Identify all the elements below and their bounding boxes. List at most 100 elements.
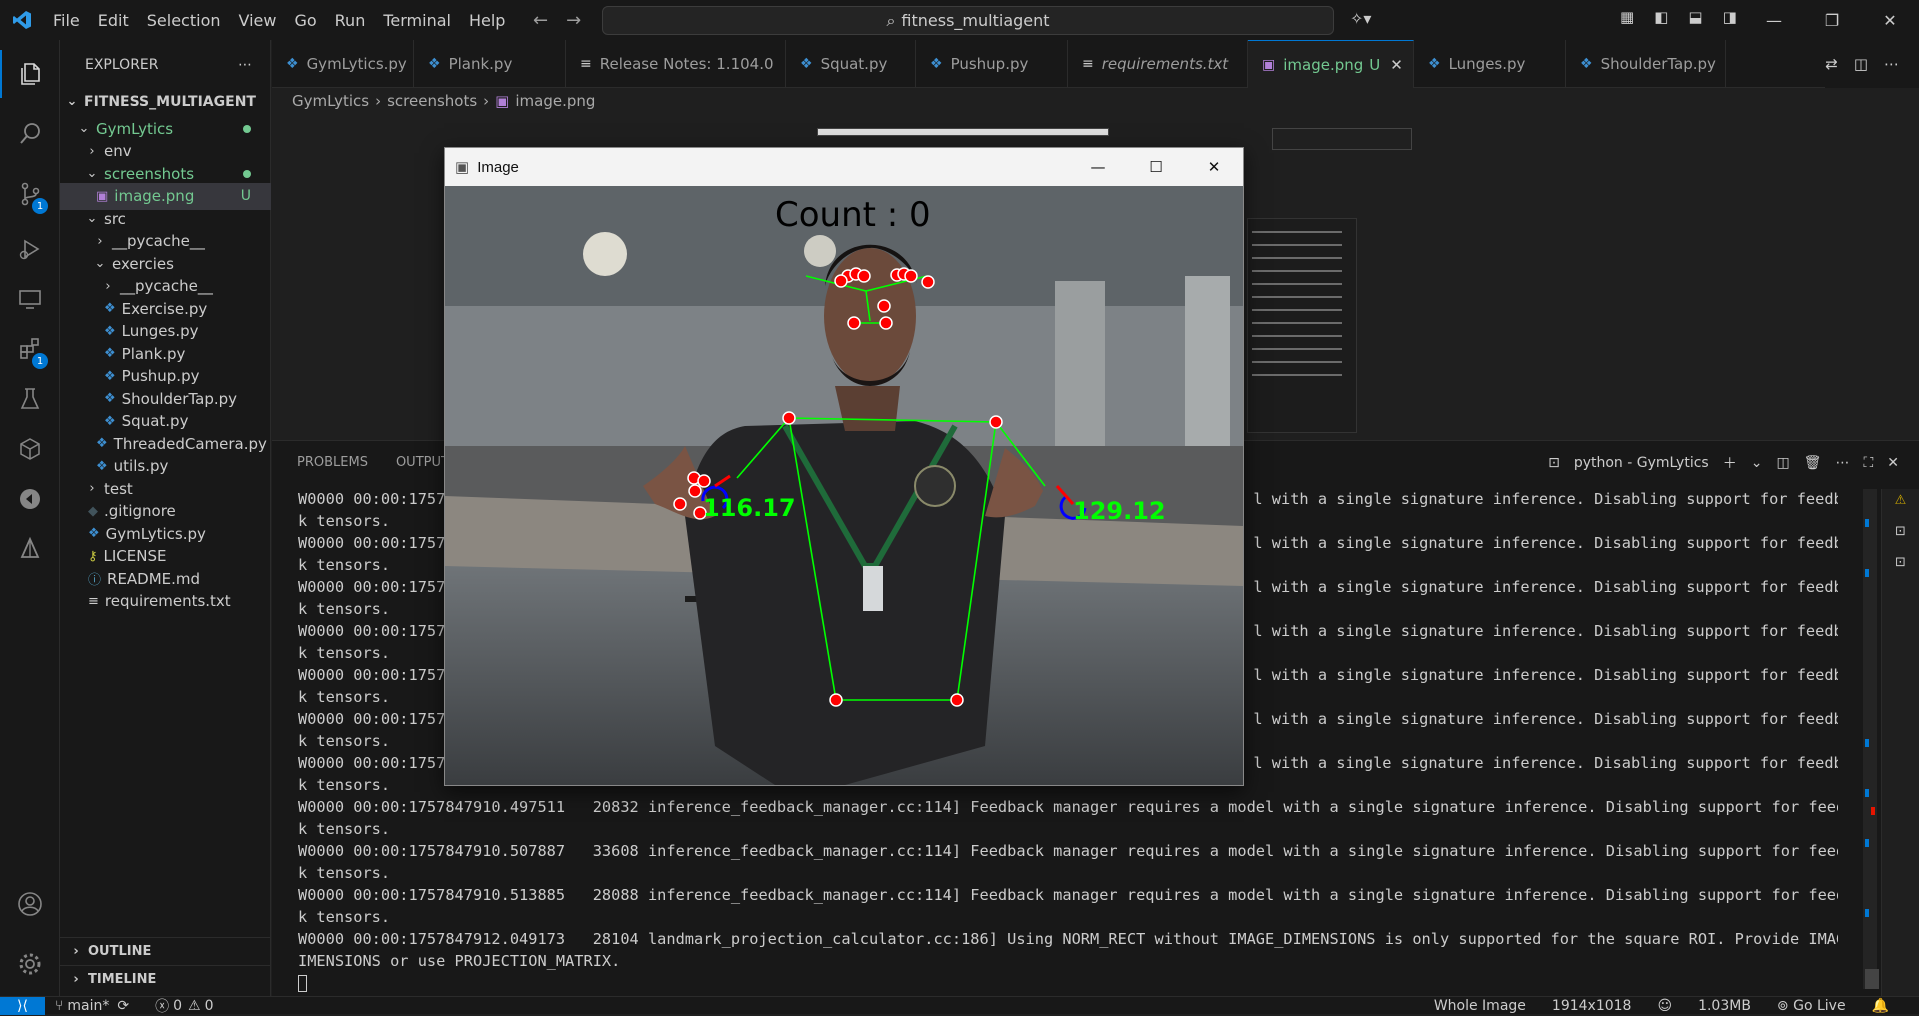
status-bar: ⟩⟨ ⑂ main* ⟳ ⓧ 0 ⚠ 0 Whole Image 1914x10… [0, 996, 1919, 1015]
terminal-line: k tensors. [298, 908, 391, 926]
breadcrumb-item[interactable]: GymLytics [292, 92, 369, 110]
editor-tab[interactable]: ❖ Squat.py [786, 40, 916, 88]
git-status-badge: U [1369, 55, 1381, 74]
forward-arrow-icon[interactable]: → [566, 10, 581, 31]
run-debug-icon[interactable] [0, 225, 60, 273]
remote-explorer-icon[interactable] [0, 275, 60, 323]
terminal-name[interactable]: python - GymLytics [1574, 455, 1709, 471]
minimize-icon[interactable]: — [1069, 148, 1127, 186]
terminal-scrollbar[interactable] [1863, 489, 1879, 989]
extensions-icon[interactable]: 1 [0, 325, 60, 373]
outline-section[interactable]: › OUTLINE [60, 937, 271, 965]
opencv-image-window[interactable]: ▣ Image — ☐ ✕ Count: 0 116.17 129.12 [444, 147, 1244, 786]
sync-icon[interactable]: ⟳ [117, 998, 129, 1014]
preview-thumbnail [817, 128, 1109, 136]
tab-output[interactable]: OUTPUT [396, 455, 449, 470]
menu-edit[interactable]: Edit [89, 11, 138, 30]
menu-bar: File Edit Selection View Go Run Terminal… [44, 11, 514, 30]
manage-gear-icon[interactable] [0, 940, 60, 988]
close-panel-icon[interactable]: ✕ [1887, 455, 1899, 471]
editor-tab[interactable]: ❖ Plank.py [414, 40, 566, 88]
left-elbow-angle: 116.17 [703, 494, 796, 522]
testing-icon[interactable] [0, 375, 60, 423]
minimize-icon[interactable]: — [1745, 0, 1803, 40]
live-share-icon[interactable] [0, 475, 60, 523]
warning-icon[interactable]: ⚠ [1895, 493, 1907, 508]
maximize-icon[interactable]: ☐ [1127, 148, 1185, 186]
pose-overlay: Count : 0 116.17 129.12 [445, 186, 1243, 785]
terminal-instance-icon[interactable]: ⊡ [1895, 524, 1906, 539]
menu-run[interactable]: Run [326, 11, 375, 30]
menu-file[interactable]: File [44, 11, 89, 30]
more-actions-icon[interactable]: ⋯ [1835, 455, 1849, 471]
copilot-status-icon[interactable]: ☺ [1657, 998, 1672, 1014]
container-icon[interactable] [0, 425, 60, 473]
breadcrumb-item[interactable]: image.png [515, 92, 595, 110]
toggle-secondary-sidebar-icon[interactable]: ◨ [1723, 8, 1737, 26]
maximize-panel-icon[interactable]: ⛶ [1863, 455, 1873, 471]
python-icon: ❖ [96, 436, 108, 451]
toggle-sidebar-icon[interactable]: ◧ [1654, 8, 1668, 26]
workspace-root[interactable]: ⌄ FITNESS_MULTIAGENT [60, 88, 271, 115]
python-icon: ❖ [286, 56, 299, 72]
breadcrumb-item[interactable]: screenshots [387, 92, 477, 110]
aws-toolkit-icon[interactable] [0, 525, 60, 573]
close-icon[interactable]: ✕ [1861, 0, 1919, 40]
tab-problems[interactable]: PROBLEMS [297, 455, 368, 470]
more-actions-icon[interactable]: ⋯ [238, 57, 252, 73]
chevron-down-icon[interactable]: ⌄ [1751, 455, 1763, 471]
editor-tab[interactable]: ❖ Lunges.py [1414, 40, 1566, 88]
editor-tab[interactable]: ≡ Release Notes: 1.104.0 [566, 40, 786, 88]
tree-item-label: screenshots [104, 164, 195, 183]
copilot-icon[interactable]: ✧▾ [1350, 9, 1371, 28]
new-terminal-icon[interactable]: ＋ [1723, 453, 1737, 473]
toggle-panel-icon[interactable]: ⬓ [1688, 8, 1702, 26]
menu-view[interactable]: View [230, 11, 286, 30]
terminal-instance-icon[interactable]: ⊡ [1895, 555, 1906, 570]
explorer-icon[interactable] [0, 50, 60, 98]
tree-item-label: GymLytics [96, 119, 174, 138]
timeline-section[interactable]: › TIMELINE [60, 965, 271, 993]
terminal-line: W0000 00:00:1757847910.497511 20832 infe… [298, 798, 1838, 816]
editor-tab[interactable]: ▣ image.png U ✕ [1248, 40, 1414, 88]
terminal-prompt[interactable] [298, 972, 1838, 994]
warning-count[interactable]: 0 [205, 998, 214, 1014]
command-center[interactable]: ⌕ fitness_multiagent [602, 6, 1334, 35]
close-tab-icon[interactable]: ✕ [1390, 56, 1403, 74]
accounts-icon[interactable] [0, 880, 60, 928]
error-count[interactable]: 0 [173, 998, 182, 1014]
menu-help[interactable]: Help [460, 11, 514, 30]
chevron-right-icon: › [89, 143, 95, 159]
menu-terminal[interactable]: Terminal [374, 11, 460, 30]
chevron-right-icon: › [89, 481, 95, 496]
tree-item[interactable]: ≡ requirements.txt [60, 588, 271, 615]
menu-selection[interactable]: Selection [138, 11, 230, 30]
back-arrow-icon[interactable]: ← [533, 10, 548, 31]
restore-icon[interactable]: ❐ [1803, 0, 1861, 40]
chevron-right-icon: › [97, 233, 103, 249]
editor-tab[interactable]: ❖ GymLytics.py [272, 40, 414, 88]
branch-name[interactable]: main* [67, 998, 109, 1014]
editor-tab[interactable]: ≡ requirements.txt [1068, 40, 1248, 88]
menu-go[interactable]: Go [285, 11, 325, 30]
notifications-bell-icon[interactable]: 🔔 [1872, 998, 1889, 1014]
editor-tab[interactable]: ❖ ShoulderTap.py [1566, 40, 1726, 88]
trash-icon[interactable]: 🗑 [1804, 455, 1822, 471]
status-right: Whole Image 1914x1018 ☺ 1.03MB ⊚ Go Live… [1434, 997, 1919, 1015]
go-live-button[interactable]: Go Live [1793, 998, 1845, 1014]
customize-layout-icon[interactable]: ▦ [1620, 8, 1634, 26]
split-terminal-icon[interactable]: ◫ [1776, 455, 1789, 471]
open-changes-icon[interactable]: ⇄ [1825, 55, 1838, 73]
image-mode[interactable]: Whole Image [1434, 998, 1526, 1014]
more-actions-icon[interactable]: ⋯ [1884, 55, 1899, 73]
remote-indicator-icon[interactable]: ⟩⟨ [0, 996, 45, 1015]
split-editor-icon[interactable]: ◫ [1854, 55, 1868, 73]
close-icon[interactable]: ✕ [1185, 148, 1243, 186]
source-control-icon[interactable]: 1 [0, 170, 60, 218]
extensions-badge: 1 [32, 353, 48, 369]
title-bar: File Edit Selection View Go Run Terminal… [0, 0, 1919, 40]
editor-tab[interactable]: ❖ Pushup.py [916, 40, 1068, 88]
search-icon[interactable] [0, 110, 60, 158]
explorer-header: EXPLORER ⋯ [60, 40, 270, 90]
breadcrumb-separator: › [375, 92, 382, 110]
